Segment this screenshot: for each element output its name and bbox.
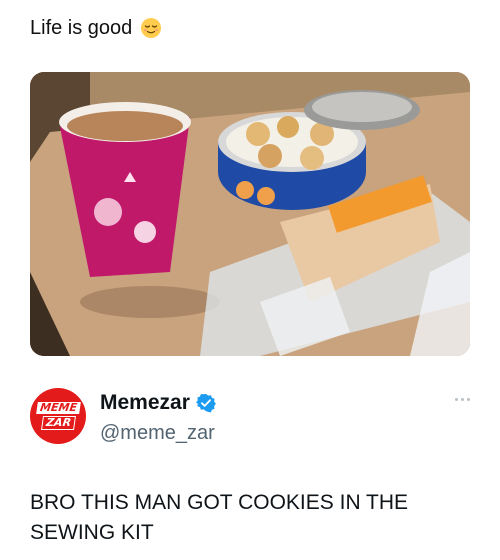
- avatar-logo-line2: ZAR: [40, 416, 76, 430]
- top-caption: Life is good: [30, 14, 162, 42]
- relieved-face-emoji-icon: [141, 18, 162, 38]
- author-row: MEME ZAR Memezar @meme_zar: [30, 388, 470, 458]
- post-photo[interactable]: [30, 72, 470, 356]
- avatar[interactable]: MEME ZAR: [30, 388, 86, 444]
- verified-badge-icon: [195, 393, 216, 413]
- author-name-row[interactable]: Memezar: [100, 390, 216, 416]
- author-name[interactable]: Memezar: [100, 390, 190, 416]
- photo-illustration: [30, 72, 470, 356]
- avatar-logo-line1: MEME: [35, 401, 81, 414]
- post-text: BRO THIS MAN GOT COOKIES IN THE SEWING K…: [30, 491, 409, 544]
- caption-text: Life is good: [30, 17, 133, 39]
- author-handle[interactable]: @meme_zar: [100, 420, 215, 446]
- more-options-icon[interactable]: [448, 394, 470, 404]
